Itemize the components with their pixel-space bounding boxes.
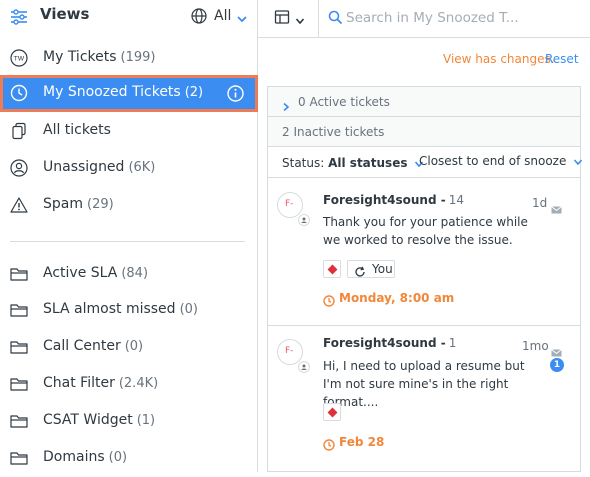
sidebar-item-label: Unassigned bbox=[43, 159, 125, 175]
sidebar-item-my-tickets[interactable]: TW My Tickets (199) bbox=[0, 40, 258, 77]
info-icon[interactable] bbox=[227, 85, 244, 106]
snooze-due: Feb 28 bbox=[339, 435, 385, 449]
views-menu-icon[interactable] bbox=[10, 8, 28, 30]
tw-avatar-icon: TW bbox=[10, 49, 28, 67]
status-value: All statuses bbox=[328, 156, 408, 170]
sidebar-item-label: Call Center bbox=[43, 338, 121, 354]
status-filter[interactable]: Status: All statuses bbox=[282, 156, 424, 170]
folder-icon bbox=[10, 265, 28, 283]
folder-icon bbox=[10, 338, 28, 356]
refresh-icon bbox=[354, 263, 366, 282]
user-icon bbox=[10, 159, 28, 177]
clock-icon bbox=[10, 84, 28, 102]
sidebar-item-csat-widget[interactable]: CSAT Widget (1) bbox=[0, 403, 258, 440]
sort-label: Closest to end of snooze bbox=[419, 154, 567, 168]
sidebar-item-count: (84) bbox=[121, 266, 149, 281]
sidebar-item-active-sla[interactable]: Active SLA (84) bbox=[0, 256, 258, 293]
chevron-right-icon[interactable] bbox=[282, 97, 290, 116]
toolbar-divider bbox=[318, 0, 319, 38]
sidebar-item-unassigned[interactable]: Unassigned (6K) bbox=[0, 150, 258, 187]
priority-high-icon bbox=[327, 264, 338, 275]
sidebar-item-label: My Tickets bbox=[43, 49, 117, 65]
sort-select[interactable]: Closest to end of snooze bbox=[419, 154, 583, 168]
assignee-tag: You bbox=[347, 260, 395, 278]
user-badge-icon bbox=[298, 361, 310, 373]
sidebar-item-sla-almost-missed[interactable]: SLA almost missed (0) bbox=[0, 292, 258, 329]
email-icon bbox=[551, 199, 562, 218]
sidebar-item-domains[interactable]: Domains (0) bbox=[0, 440, 258, 477]
sidebar-item-label: Active SLA bbox=[43, 265, 118, 281]
svg-text:TW: TW bbox=[13, 55, 25, 63]
views-title: Views bbox=[40, 5, 90, 23]
sidebar-item-count: (1) bbox=[136, 413, 156, 428]
layout-icon[interactable] bbox=[274, 9, 290, 29]
views-scope-select[interactable]: All bbox=[214, 8, 231, 24]
folder-icon bbox=[10, 449, 28, 467]
user-badge-icon bbox=[298, 214, 310, 226]
search-input[interactable] bbox=[346, 7, 586, 29]
ticket-preview: Hi, I need to upload a resume but I'm no… bbox=[323, 359, 525, 409]
sidebar-item-count: (0) bbox=[108, 450, 128, 465]
sidebar-item-spam[interactable]: Spam (29) bbox=[0, 187, 258, 224]
sidebar-item-count: (6K) bbox=[128, 160, 156, 175]
priority-tag bbox=[323, 260, 341, 278]
sidebar-item-my-snoozed-tickets[interactable]: My Snoozed Tickets (2) bbox=[0, 75, 258, 112]
folder-icon bbox=[10, 412, 28, 430]
snooze-due: Monday, 8:00 am bbox=[339, 291, 455, 305]
search-icon[interactable] bbox=[328, 10, 343, 29]
section-title: 2 Inactive tickets bbox=[282, 125, 385, 139]
globe-icon[interactable] bbox=[191, 8, 207, 28]
ticket-time: 1d bbox=[532, 196, 548, 210]
tickets-icon bbox=[10, 122, 28, 140]
folder-icon bbox=[10, 301, 28, 319]
active-tickets-section[interactable]: 0 Active tickets bbox=[268, 87, 580, 117]
sidebar-item-chat-filter[interactable]: Chat Filter (2.4K) bbox=[0, 366, 258, 403]
sidebar-item-label: CSAT Widget bbox=[43, 412, 133, 428]
inactive-tickets-section: 2 Inactive tickets bbox=[268, 117, 580, 147]
sidebar-item-label: All tickets bbox=[43, 122, 111, 138]
chevron-down-icon bbox=[574, 158, 583, 165]
priority-tag bbox=[323, 403, 341, 421]
sidebar-item-count: (2.4K) bbox=[118, 376, 159, 391]
sidebar-item-count: (0) bbox=[124, 339, 144, 354]
reset-link[interactable]: Reset bbox=[545, 52, 579, 66]
sidebar-item-label: Spam bbox=[43, 196, 83, 212]
ticket-requester: Foresight4sound -14 bbox=[323, 193, 464, 207]
sidebar-item-label: Domains bbox=[43, 449, 105, 465]
sidebar-item-count: (2) bbox=[184, 85, 204, 100]
sidebar-item-label: Chat Filter bbox=[43, 375, 115, 391]
chevron-down-icon[interactable] bbox=[295, 11, 305, 30]
snooze-clock-icon bbox=[323, 436, 335, 455]
sidebar-item-label: SLA almost missed bbox=[43, 301, 176, 317]
sidebar-item-count: (199) bbox=[120, 50, 156, 65]
status-label: Status: bbox=[282, 156, 325, 170]
ticket-requester: Foresight4sound -1 bbox=[323, 336, 457, 350]
section-title: 0 Active tickets bbox=[298, 95, 390, 109]
ticket-preview: Thank you for your patience while we wor… bbox=[323, 215, 528, 247]
sidebar-item-count: (0) bbox=[179, 302, 198, 317]
sidebar-divider bbox=[10, 241, 245, 242]
folder-icon bbox=[10, 375, 28, 393]
sidebar-item-call-center[interactable]: Call Center (0) bbox=[0, 329, 258, 366]
snooze-clock-icon bbox=[323, 292, 335, 311]
priority-high-icon bbox=[327, 407, 338, 418]
warning-icon bbox=[10, 196, 28, 214]
chevron-down-icon[interactable] bbox=[236, 10, 248, 29]
sidebar-item-count: (29) bbox=[87, 197, 114, 212]
ticket-time: 1mo bbox=[522, 339, 549, 353]
sidebar-item-label: My Snoozed Tickets bbox=[43, 84, 181, 100]
sidebar-item-all-tickets[interactable]: All tickets bbox=[0, 113, 258, 150]
view-changes-notice: View has changes. bbox=[443, 52, 555, 66]
unread-badge: 1 bbox=[550, 358, 564, 372]
